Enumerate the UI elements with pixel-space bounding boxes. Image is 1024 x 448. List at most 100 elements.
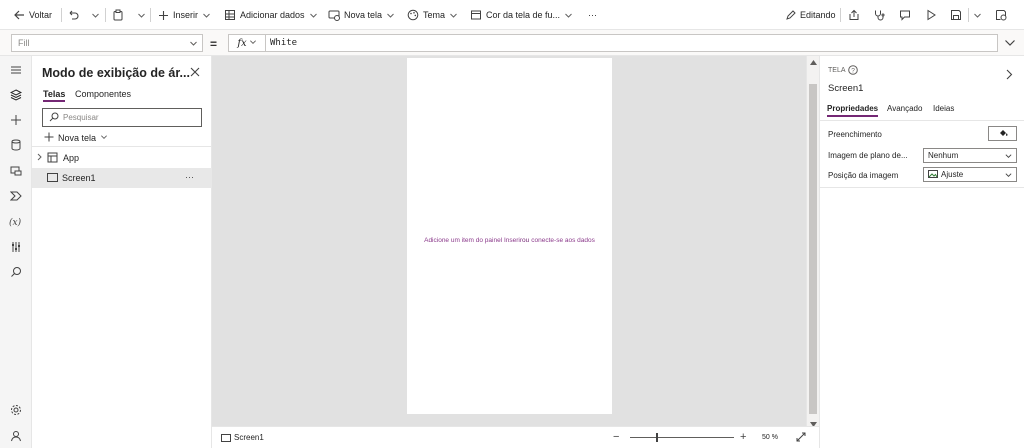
- props-divider: [820, 120, 1024, 121]
- background-fill-button[interactable]: Cor da tela de fu...: [470, 6, 573, 24]
- hint-insert-link[interactable]: Adicione um item do painel Inserir: [424, 237, 522, 244]
- chevron-down-icon: [137, 11, 146, 20]
- props-divider: [820, 187, 1024, 188]
- theme-button[interactable]: Tema: [407, 6, 458, 24]
- chevron-down-icon: [100, 133, 108, 143]
- chevron-down-icon: [386, 11, 395, 20]
- background-image-value: Nenhum: [928, 151, 959, 160]
- editing-status[interactable]: Editando: [785, 6, 836, 24]
- zoom-value: 50 %: [762, 434, 778, 441]
- power-automate-icon[interactable]: [8, 188, 24, 204]
- tab-screens[interactable]: Telas: [43, 89, 66, 102]
- image-position-label: Posição da imagem: [828, 170, 899, 180]
- function-button[interactable]: fx: [228, 34, 266, 52]
- fill-color-button[interactable]: [988, 126, 1017, 141]
- search-input[interactable]: Pesquisar: [42, 108, 202, 127]
- tree-view-icon[interactable]: [8, 87, 24, 103]
- screen-canvas[interactable]: Adicione um item do painel Inserirou cone…: [407, 58, 612, 414]
- status-screen-name[interactable]: Screen1: [234, 433, 264, 442]
- search-icon[interactable]: [8, 264, 24, 280]
- hint-connect-link[interactable]: conecte-se aos dados: [531, 237, 595, 244]
- fill-property-label: Preenchimento: [828, 129, 882, 139]
- advanced-tools-icon[interactable]: [8, 239, 24, 255]
- control-name: Screen1: [828, 83, 864, 94]
- tab-properties[interactable]: Propriedades: [827, 104, 879, 117]
- comments-button[interactable]: [899, 6, 911, 24]
- save-dropdown-button[interactable]: [973, 6, 982, 24]
- pencil-icon: [785, 9, 796, 21]
- zoom-number: 50: [762, 434, 770, 441]
- background-image-dropdown[interactable]: Nenhum: [923, 148, 1017, 163]
- more-commands-button[interactable]: ···: [588, 6, 597, 24]
- zoom-out-button[interactable]: −: [613, 431, 619, 443]
- more-options-button[interactable]: ···: [185, 172, 194, 182]
- settings-gear-icon[interactable]: [8, 402, 24, 418]
- expand-formula-button[interactable]: [1004, 38, 1016, 50]
- new-screen-toolbar-button[interactable]: Nova tela: [328, 6, 395, 24]
- menu-icon[interactable]: [8, 62, 24, 78]
- property-selector[interactable]: Fill: [11, 34, 203, 52]
- plus-icon: [158, 10, 169, 21]
- command-bar: Voltar Inserir Adicionar dados Nova tela…: [0, 0, 1024, 30]
- canvas-vertical-scrollbar[interactable]: [806, 56, 819, 427]
- back-button[interactable]: Voltar: [13, 6, 52, 24]
- paste-button[interactable]: [112, 6, 124, 24]
- fit-to-window-icon[interactable]: [796, 432, 806, 444]
- variables-icon[interactable]: (x): [8, 213, 24, 229]
- insert-plus-icon[interactable]: [8, 112, 24, 128]
- save-button[interactable]: [950, 6, 962, 24]
- tree-item-screen1[interactable]: Screen1 ···: [32, 168, 212, 188]
- image-fit-icon: [928, 169, 938, 180]
- app-checker-button[interactable]: [873, 6, 885, 24]
- palette-icon: [407, 9, 419, 21]
- chevron-down-icon: [1004, 171, 1013, 181]
- save-icon: [950, 9, 962, 21]
- formula-input[interactable]: White: [265, 34, 998, 52]
- undo-icon: [67, 9, 79, 21]
- chevron-down-icon: [449, 11, 458, 20]
- help-icon[interactable]: ?: [848, 65, 858, 77]
- preview-button[interactable]: [925, 6, 937, 24]
- more-label: ···: [588, 10, 597, 20]
- formula-text: White: [270, 38, 298, 48]
- publish-button[interactable]: [995, 6, 1007, 24]
- screen-icon: [221, 434, 231, 444]
- tree-item-app[interactable]: App: [32, 148, 212, 168]
- zoom-in-button[interactable]: +: [740, 431, 746, 443]
- tree-item-label: App: [63, 153, 80, 163]
- scroll-up-icon[interactable]: [810, 57, 817, 67]
- background-fill-label: Cor da tela de fu...: [486, 10, 561, 20]
- close-icon[interactable]: [190, 67, 200, 79]
- chevron-right-icon[interactable]: [36, 153, 43, 163]
- undo-button[interactable]: [67, 6, 79, 24]
- new-screen-button[interactable]: Nova tela: [44, 132, 108, 144]
- paste-dropdown-button[interactable]: [137, 6, 146, 24]
- add-data-button[interactable]: Adicionar dados: [224, 6, 318, 24]
- chevron-right-icon[interactable]: [1006, 69, 1013, 82]
- background-image-label: Imagem de plano de...: [828, 150, 908, 160]
- fx-label: fx: [237, 37, 247, 49]
- formula-bar: Fill = fx White: [0, 30, 1024, 56]
- chevron-down-icon: [202, 11, 211, 20]
- tab-advanced[interactable]: Avançado: [887, 104, 922, 113]
- undo-dropdown-button[interactable]: [91, 6, 100, 24]
- chevron-down-icon: [973, 11, 982, 20]
- share-button[interactable]: [848, 6, 860, 24]
- insert-button[interactable]: Inserir: [158, 6, 211, 24]
- media-icon[interactable]: [8, 163, 24, 179]
- editing-label: Editando: [800, 10, 836, 20]
- screen-icon: [47, 172, 58, 184]
- zoom-slider-track[interactable]: [630, 437, 734, 438]
- zoom-slider-thumb[interactable]: [656, 433, 658, 442]
- chevron-down-icon: [249, 38, 257, 49]
- tree-view-panel: Modo de exibição de ár... Telas Componen…: [32, 56, 212, 448]
- paint-bucket-icon: [998, 128, 1008, 140]
- image-position-dropdown[interactable]: Ajuste: [923, 167, 1017, 182]
- clipboard-icon: [112, 9, 124, 21]
- play-icon: [925, 9, 937, 21]
- tab-ideas[interactable]: Ideias: [933, 104, 954, 113]
- scrollbar-thumb[interactable]: [809, 84, 817, 414]
- tab-components[interactable]: Componentes: [75, 89, 131, 99]
- database-icon[interactable]: [8, 137, 24, 153]
- account-icon[interactable]: [8, 428, 24, 444]
